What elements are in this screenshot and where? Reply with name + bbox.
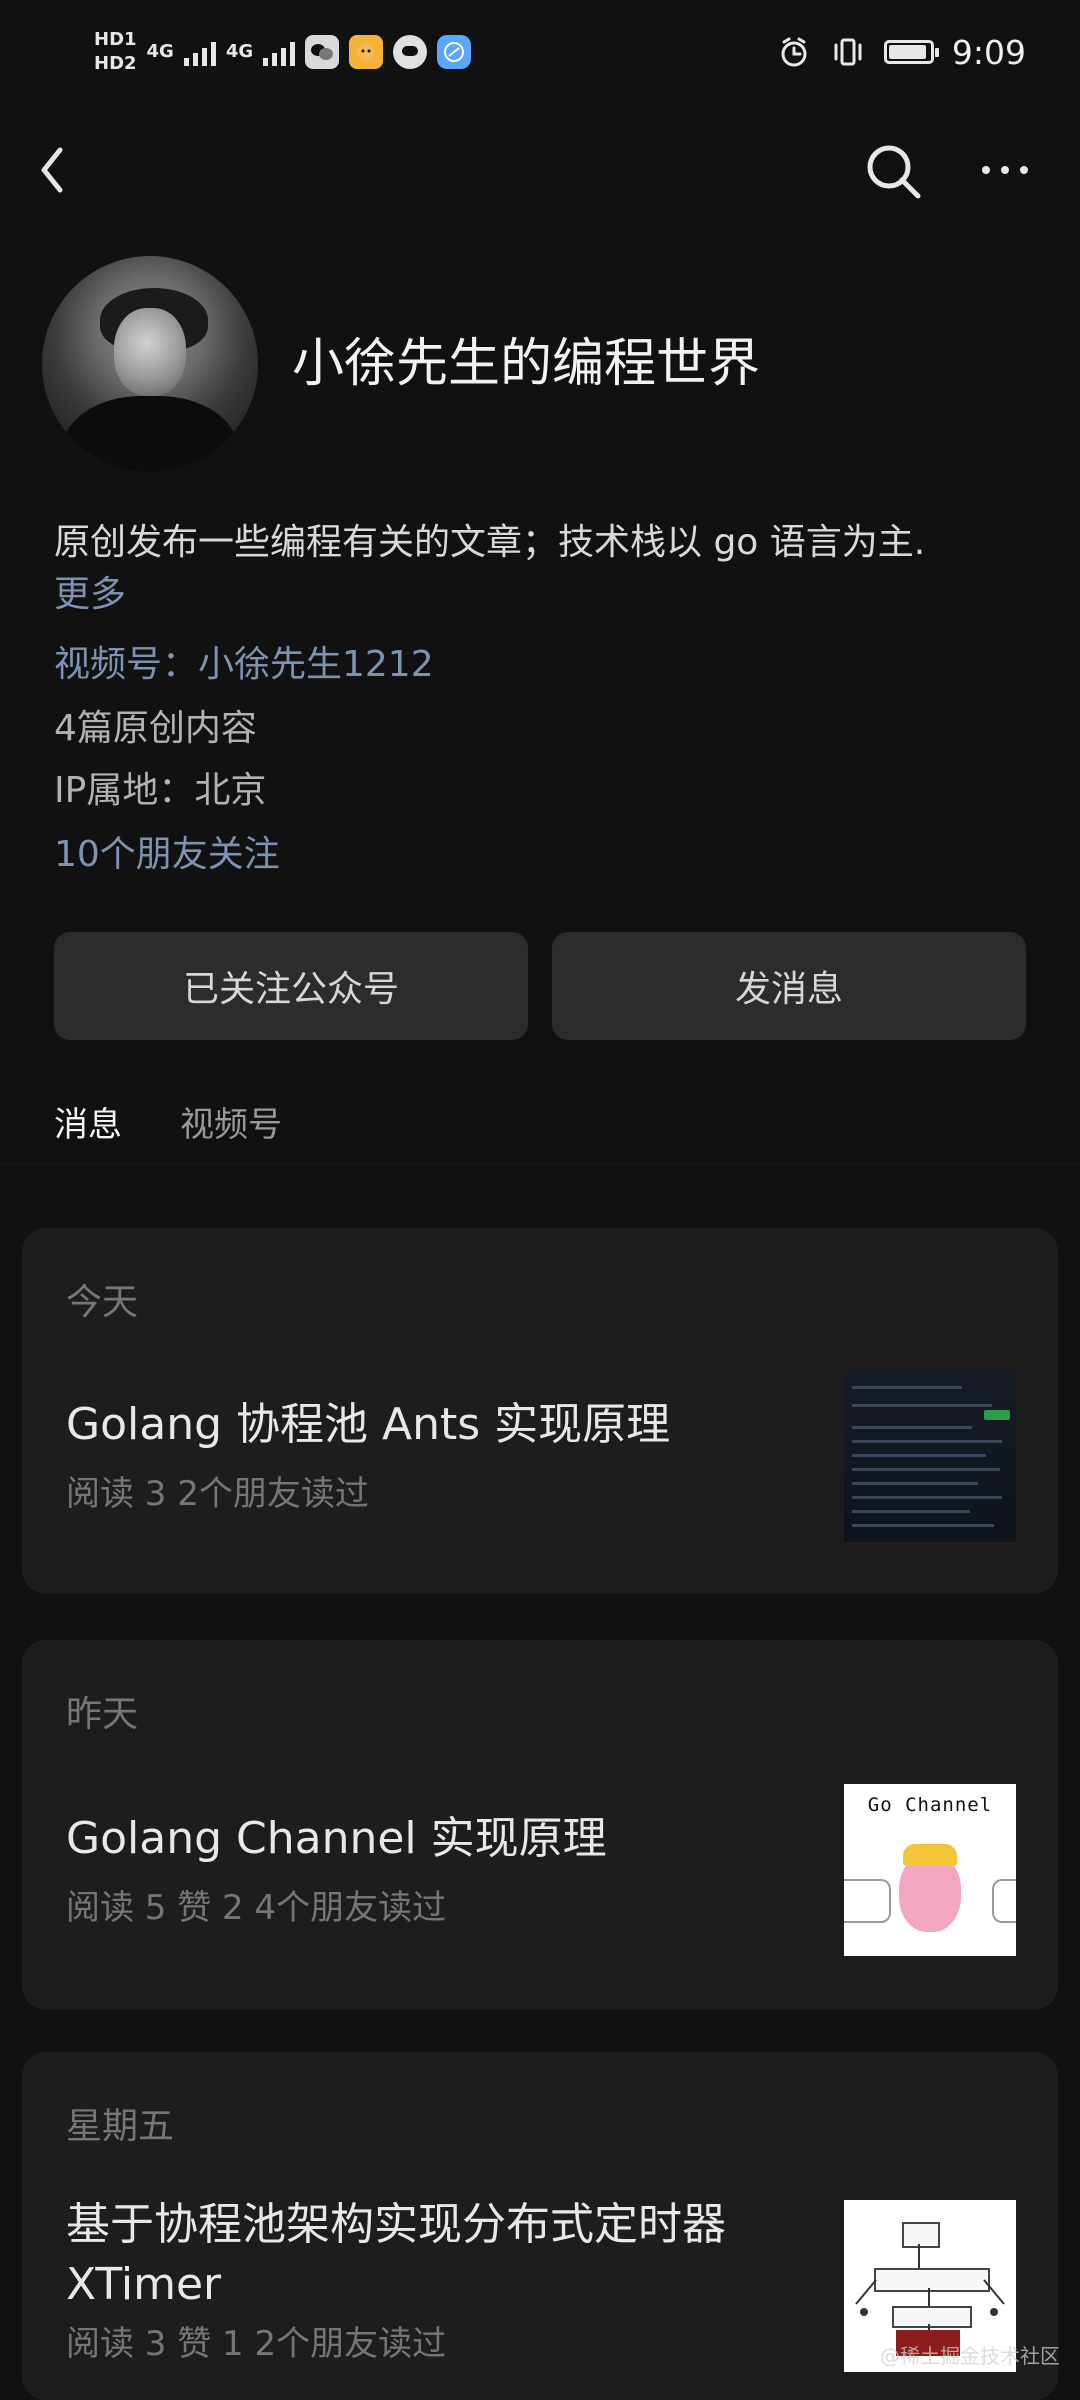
article-card[interactable]: 今天 Golang 协程池 Ants 实现原理 阅读 3 2个朋友读过 [22, 1228, 1058, 1594]
account-name: 小徐先生的编程世界 [292, 334, 761, 394]
article-date: 星期五 [66, 2106, 175, 2147]
article-meta: 阅读 3 2个朋友读过 [66, 1474, 369, 1514]
article-date: 今天 [66, 1282, 139, 1323]
network-label-1: 4G [146, 41, 174, 62]
profile-description: 原创发布一些编程有关的文章；技术栈以 go 语言为主. [54, 522, 926, 563]
article-meta: 阅读 5 赞 2 4个朋友读过 [66, 1888, 447, 1928]
thumbnail-title: Go Channel [867, 1794, 993, 1816]
network-label-2: 4G [225, 41, 254, 62]
article-card[interactable]: 昨天 Golang Channel 实现原理 阅读 5 赞 2 4个朋友读过 G… [22, 1640, 1058, 2010]
more-icon[interactable] [974, 148, 1036, 192]
watermark: @稀土掘金技术社区 [880, 2344, 1060, 2368]
content-tabs: 消息 视频号 [54, 1096, 282, 1176]
status-time: 9:09 [951, 32, 1026, 72]
signal-icon [263, 38, 296, 66]
send-message-button[interactable]: 发消息 [552, 932, 1026, 1040]
search-icon[interactable] [862, 140, 926, 204]
back-icon[interactable] [32, 140, 76, 200]
vibrate-icon [834, 38, 862, 66]
alarm-icon [781, 37, 807, 67]
hd-indicators: HD1 HD2 [94, 30, 137, 74]
followed-account-button[interactable]: 已关注公众号 [54, 932, 528, 1040]
browser-icon [437, 35, 472, 69]
orange-app-icon [349, 35, 384, 69]
status-bar: HD1 HD2 4G 4G 9:09 [0, 0, 1080, 110]
channels-link[interactable]: 视频号：小徐先生1212 [54, 640, 434, 690]
original-content-count: 4篇原创内容 [54, 708, 257, 749]
signal-icon [183, 38, 216, 66]
hd2-label: HD2 [94, 53, 137, 74]
article-title[interactable]: 基于协程池架构实现分布式定时器 [66, 2198, 726, 2252]
battery-icon [883, 40, 939, 64]
hd1-label: HD1 [94, 29, 137, 50]
ip-location: IP属地：北京 [54, 770, 267, 811]
article-thumbnail[interactable]: Go Channel [844, 1784, 1016, 1956]
wechat-icon [305, 35, 340, 69]
article-title[interactable]: Golang Channel 实现原理 [66, 1812, 607, 1866]
more-link[interactable]: 更多 [54, 570, 126, 620]
friends-following-link[interactable]: 10个朋友关注 [54, 830, 280, 880]
article-title[interactable]: Golang 协程池 Ants 实现原理 [66, 1398, 670, 1452]
battery-fill [888, 45, 926, 59]
avatar[interactable] [42, 256, 258, 472]
tab-messages[interactable]: 消息 [54, 1096, 122, 1176]
article-meta: 阅读 3 赞 1 2个朋友读过 [66, 2324, 447, 2364]
article-date: 昨天 [66, 1694, 139, 1735]
message-icon [393, 35, 428, 69]
article-title-line2[interactable]: XTimer [66, 2258, 221, 2312]
article-thumbnail[interactable] [844, 1370, 1016, 1542]
tab-video-channel[interactable]: 视频号 [180, 1096, 282, 1166]
status-left: HD1 HD2 4G 4G [94, 20, 472, 84]
status-right: 9:09 [776, 28, 1026, 76]
